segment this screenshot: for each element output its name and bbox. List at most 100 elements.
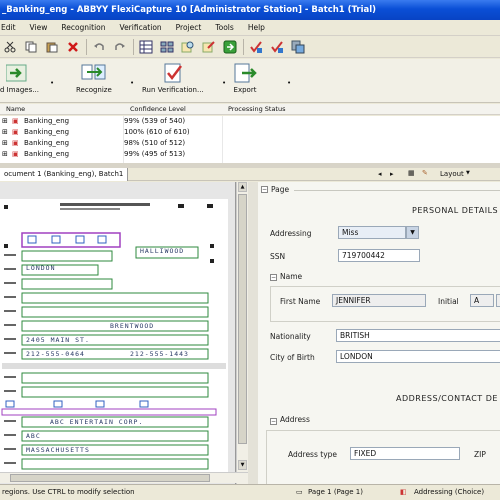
expand-icon[interactable]: ⊞ — [2, 128, 8, 136]
collapse-address-icon[interactable]: − — [270, 418, 277, 425]
tab-document[interactable]: ocument 1 (Banking_eng), Batch1 — [0, 168, 129, 181]
export-label: Export — [233, 86, 257, 94]
export-big-icon — [234, 63, 257, 83]
column-name[interactable]: Name — [6, 105, 25, 113]
address-type-field[interactable]: FIXED — [350, 447, 460, 460]
menu-bar: Edit View Recognition Verification Proje… — [0, 20, 500, 36]
scroll-thumb[interactable] — [238, 194, 247, 444]
handwriting-line: MASSACHUSETTS — [26, 446, 90, 454]
menu-verification[interactable]: Verification — [113, 23, 169, 32]
recognize-dropdown-icon[interactable]: • — [130, 79, 134, 87]
expand-icon[interactable]: ⊞ — [2, 150, 8, 158]
pane-splitter[interactable] — [248, 182, 258, 484]
last-name-field[interactable] — [496, 294, 500, 307]
row-confidence: 98% (510 of 512) — [124, 139, 186, 147]
image-viewer[interactable]: LONDON HALLIWOOD BRENTWOOD 2405 MAIN ST.… — [0, 182, 236, 484]
collapse-name-icon[interactable]: − — [270, 274, 277, 281]
next-icon[interactable]: ▸ — [390, 170, 394, 178]
row-name: Banking_eng — [24, 117, 70, 125]
run-verification-button[interactable]: Run Verification... — [142, 62, 204, 94]
menu-view[interactable]: View — [23, 23, 55, 32]
status-page: Page 1 (Page 1) — [308, 488, 363, 496]
window-title: _Banking_eng - ABBYY FlexiCapture 10 [Ad… — [0, 0, 500, 20]
undo-icon[interactable] — [91, 39, 107, 55]
handwriting-line: HALLIWOOD — [140, 247, 185, 255]
thumbnail-view-icon[interactable] — [159, 39, 175, 55]
add-images-label: d Images... — [0, 86, 39, 94]
redo-icon[interactable] — [112, 39, 128, 55]
menu-edit[interactable]: Edit — [0, 23, 23, 32]
menu-recognition[interactable]: Recognition — [54, 23, 112, 32]
city-of-birth-field[interactable]: LONDON — [336, 350, 500, 363]
document-icon: ▣ — [12, 117, 19, 125]
layout-label[interactable]: Layout — [440, 170, 464, 178]
settings-icon[interactable] — [290, 39, 306, 55]
batch-list-header: Name Confidence Level Processing Status — [0, 104, 500, 115]
ssn-field[interactable]: 719700442 — [338, 249, 420, 262]
recognize-button[interactable]: Recognize — [76, 62, 112, 94]
menu-tools[interactable]: Tools — [208, 23, 240, 32]
delete-icon[interactable] — [65, 39, 81, 55]
divider — [294, 190, 500, 191]
add-images-dropdown-icon[interactable]: • — [50, 79, 54, 87]
layout-dropdown-icon[interactable]: ▼ — [466, 170, 470, 176]
main-action-bar: d Images... • Recognize • Run Verificati… — [0, 59, 500, 103]
column-confidence[interactable]: Confidence Level — [130, 105, 186, 113]
recognize-label: Recognize — [76, 86, 112, 94]
copy-icon[interactable] — [23, 39, 39, 55]
search-icon[interactable] — [201, 39, 217, 55]
table-row[interactable]: ⊞ ▣ Banking_eng 100% (610 of 610) — [0, 128, 500, 138]
chevron-down-icon[interactable]: ▼ — [406, 226, 419, 239]
handwriting-line: 2405 MAIN ST. — [26, 336, 90, 344]
run-verification-dropdown-icon[interactable]: • — [222, 79, 226, 87]
menu-help[interactable]: Help — [241, 23, 272, 32]
handwriting-line: ABC ENTERTAIN CORP. — [50, 418, 144, 426]
prev-icon[interactable]: ◂ — [378, 170, 382, 178]
add-images-button[interactable]: d Images... — [0, 62, 39, 94]
section-address: ADDRESS/CONTACT DE — [396, 394, 498, 403]
table-row[interactable]: ⊞ ▣ Banking_eng 99% (495 of 513) — [0, 150, 500, 160]
page-icon: ▭ — [296, 488, 303, 496]
row-name: Banking_eng — [24, 150, 70, 158]
first-name-field[interactable]: JENNIFER — [332, 294, 426, 307]
toolbar-separator — [86, 38, 87, 55]
status-message: regions. Use CTRL to modify selection — [2, 488, 135, 496]
table-row[interactable]: ⊞ ▣ Banking_eng 99% (539 of 540) — [0, 117, 500, 127]
recognize-icon[interactable] — [248, 39, 264, 55]
expand-icon[interactable]: ⊞ — [2, 139, 8, 147]
scroll-thumb[interactable] — [10, 474, 210, 482]
scanned-form: LONDON HALLIWOOD BRENTWOOD 2405 MAIN ST.… — [0, 199, 228, 473]
table-row[interactable]: ⊞ ▣ Banking_eng 98% (510 of 512) — [0, 139, 500, 149]
zoom-icon[interactable] — [180, 39, 196, 55]
addressing-select[interactable]: Miss — [338, 226, 406, 239]
ssn-label: SSN — [270, 252, 286, 261]
menu-project[interactable]: Project — [169, 23, 209, 32]
handwriting-line: ABC — [26, 432, 41, 440]
verify-icon[interactable] — [269, 39, 285, 55]
scroll-up-icon[interactable]: ▲ — [238, 182, 247, 192]
image-horizontal-scrollbar[interactable] — [0, 472, 248, 483]
export-dropdown-icon[interactable]: • — [287, 79, 291, 87]
expand-icon[interactable]: ⊞ — [2, 117, 8, 125]
column-processing[interactable]: Processing Status — [228, 105, 286, 113]
document-icon: ▣ — [12, 139, 19, 147]
scroll-down-icon[interactable]: ▼ — [238, 460, 247, 470]
image-vertical-scrollbar[interactable]: ▲ ▼ — [236, 182, 248, 484]
grid-view-icon[interactable] — [138, 39, 154, 55]
city-of-birth-label: City of Birth — [270, 353, 315, 362]
add-images-icon — [6, 64, 27, 82]
collapse-page-icon[interactable]: − — [261, 186, 268, 193]
paste-icon[interactable] — [44, 39, 60, 55]
nationality-field[interactable]: BRITISH — [336, 329, 500, 342]
export-button[interactable]: Export — [232, 62, 258, 94]
address-group-label: Address — [280, 415, 310, 424]
export-icon[interactable] — [222, 39, 238, 55]
edit-icon[interactable]: ✎ — [422, 169, 428, 177]
row-confidence: 100% (610 of 610) — [124, 128, 190, 136]
status-bar: regions. Use CTRL to modify selection ▭ … — [0, 484, 500, 500]
document-icon: ▣ — [12, 150, 19, 158]
initial-field[interactable]: A — [470, 294, 494, 307]
cut-icon[interactable] — [2, 39, 18, 55]
image-icon[interactable]: ▦ — [408, 169, 415, 177]
handwriting-line: BRENTWOOD — [110, 322, 155, 330]
